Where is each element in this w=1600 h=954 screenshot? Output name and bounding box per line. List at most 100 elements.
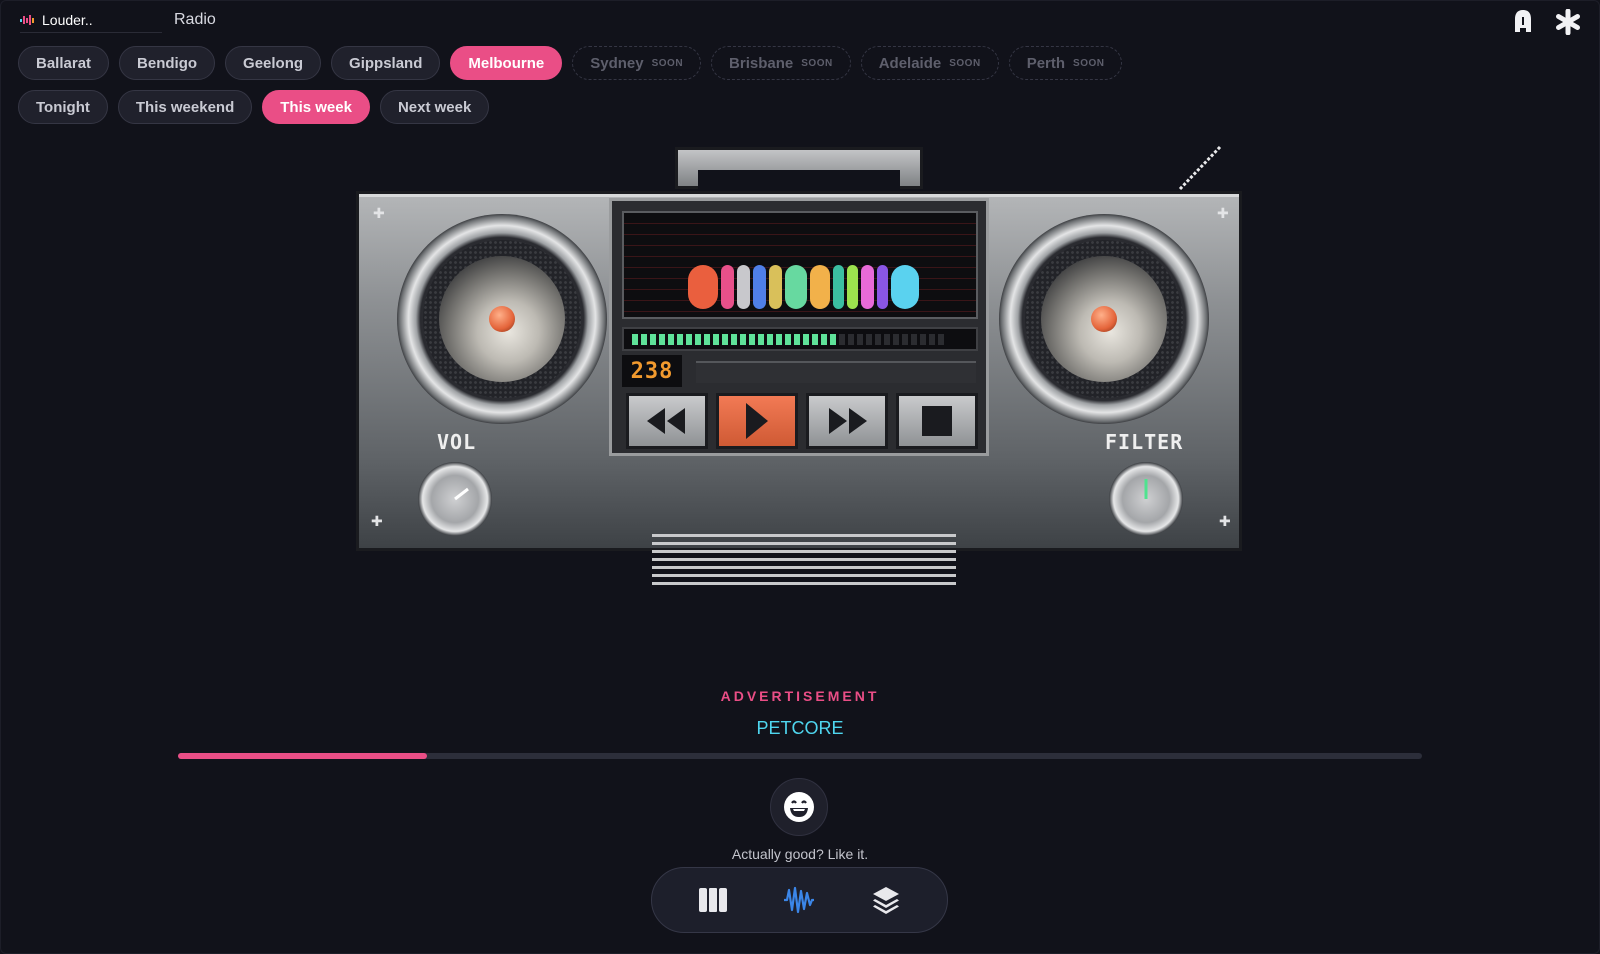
fast-forward-icon <box>829 408 867 434</box>
nav-radio-button[interactable] <box>776 877 822 923</box>
meter-segment <box>830 333 836 345</box>
meter-segment <box>659 333 665 345</box>
nav-map-button[interactable] <box>690 877 736 923</box>
boombox-grille <box>652 534 956 590</box>
antenna <box>1178 145 1222 191</box>
city-chip-ballarat[interactable]: Ballarat <box>18 46 110 80</box>
visualizer-bar <box>833 265 844 309</box>
page-title: Radio <box>174 11 216 28</box>
visualizer-bar <box>785 265 807 309</box>
ad-progress-fill <box>178 753 427 759</box>
waveform-logo-icon <box>20 15 34 25</box>
timeframe-chip-this-week[interactable]: This week <box>262 90 370 124</box>
city-chip-perth[interactable]: Perth SOON <box>1008 46 1123 80</box>
meter-segment <box>938 333 944 345</box>
meter-segment <box>785 333 791 345</box>
rewind-icon <box>647 408 685 434</box>
meter-segment <box>731 333 737 345</box>
timeframe-filter-row: Tonight This weekend This week Next week <box>18 90 490 124</box>
ad-name[interactable]: PETCORE <box>0 718 1600 739</box>
filter-knob[interactable] <box>1109 462 1183 536</box>
brand-logo[interactable]: Louder.. <box>20 8 162 33</box>
meter-segment <box>740 333 746 345</box>
boombox-handle <box>675 147 923 192</box>
soon-badge: SOON <box>1073 57 1105 69</box>
meter-segment <box>911 333 917 345</box>
rewind-button[interactable] <box>626 393 708 449</box>
city-chip-brisbane[interactable]: Brisbane SOON <box>711 46 851 80</box>
soon-badge: SOON <box>949 57 981 69</box>
chip-label: Ballarat <box>36 54 92 72</box>
play-icon <box>746 403 768 439</box>
meter-segment <box>794 333 800 345</box>
meter-segment <box>875 333 881 345</box>
meter-segment <box>722 333 728 345</box>
chip-label: Tonight <box>36 98 90 116</box>
chip-label: Next week <box>397 98 472 116</box>
city-chip-melbourne[interactable]: Melbourne <box>450 46 563 80</box>
visualizer-bar <box>753 265 766 309</box>
nav-layers-button[interactable] <box>863 877 909 923</box>
ad-progress-bar[interactable] <box>178 753 1422 759</box>
like-button[interactable] <box>770 778 828 836</box>
fast-forward-button[interactable] <box>806 393 888 449</box>
visualizer-bar <box>810 265 830 309</box>
visualizer-bar <box>891 265 919 309</box>
screw-icon: ✚ <box>1219 513 1231 529</box>
visualizer-screen <box>622 211 978 319</box>
waveform-icon <box>784 886 815 914</box>
layers-icon <box>872 887 899 914</box>
chip-label: Perth <box>1026 54 1066 72</box>
track-seek-bar[interactable] <box>696 361 976 383</box>
city-chip-bendigo[interactable]: Bendigo <box>119 46 216 80</box>
chip-label: Bendigo <box>137 54 198 72</box>
meter-segment <box>812 333 818 345</box>
ad-label: ADVERTISEMENT <box>720 688 880 704</box>
chip-label: This weekend <box>135 98 235 116</box>
meter-segment <box>857 333 863 345</box>
meter-segment <box>884 333 890 345</box>
stop-icon <box>922 406 952 436</box>
grin-face-icon <box>784 792 814 822</box>
vol-label: VOL <box>437 430 477 454</box>
level-meter <box>622 327 978 351</box>
timeframe-chip-next-week[interactable]: Next week <box>379 90 490 124</box>
meter-segment <box>839 333 845 345</box>
notification-icon[interactable] <box>1509 8 1537 36</box>
chip-label: Brisbane <box>729 54 794 72</box>
brand-name: Louder.. <box>42 12 93 28</box>
meter-segment <box>893 333 899 345</box>
boombox-body: ✚ ✚ ✚ ✚ VOL FILTER 238 <box>356 191 1242 585</box>
meter-segment <box>920 333 926 345</box>
visualizer-bars <box>688 265 919 309</box>
meter-segment <box>677 333 683 345</box>
chip-label: Geelong <box>243 54 304 72</box>
volume-knob[interactable] <box>418 462 492 536</box>
stop-button[interactable] <box>896 393 978 449</box>
boombox-player: ✚ ✚ ✚ ✚ VOL FILTER 238 <box>356 143 1242 585</box>
chip-label: This week <box>280 98 352 116</box>
city-chip-geelong[interactable]: Geelong <box>225 46 322 80</box>
transport-controls <box>626 393 978 449</box>
meter-segment <box>848 333 854 345</box>
meter-segment <box>695 333 701 345</box>
filter-label: FILTER <box>1105 430 1184 454</box>
meter-segment <box>821 333 827 345</box>
city-chip-gippsland[interactable]: Gippsland <box>331 46 441 80</box>
meter-segment <box>902 333 908 345</box>
meter-segment <box>776 333 782 345</box>
chip-label: Adelaide <box>878 54 942 72</box>
boombox-display: 238 <box>609 198 989 456</box>
timeframe-chip-this-weekend[interactable]: This weekend <box>117 90 253 124</box>
city-chip-sydney[interactable]: Sydney SOON <box>572 46 702 80</box>
timeframe-chip-tonight[interactable]: Tonight <box>18 90 108 124</box>
meter-segment <box>929 333 935 345</box>
asterisk-icon[interactable] <box>1554 8 1582 36</box>
chip-label: Melbourne <box>468 54 545 72</box>
visualizer-bar <box>861 265 874 309</box>
play-button[interactable] <box>716 393 798 449</box>
visualizer-bar <box>721 265 734 309</box>
screw-icon: ✚ <box>1217 205 1229 221</box>
meter-segment <box>650 333 656 345</box>
city-chip-adelaide[interactable]: Adelaide SOON <box>860 46 999 80</box>
